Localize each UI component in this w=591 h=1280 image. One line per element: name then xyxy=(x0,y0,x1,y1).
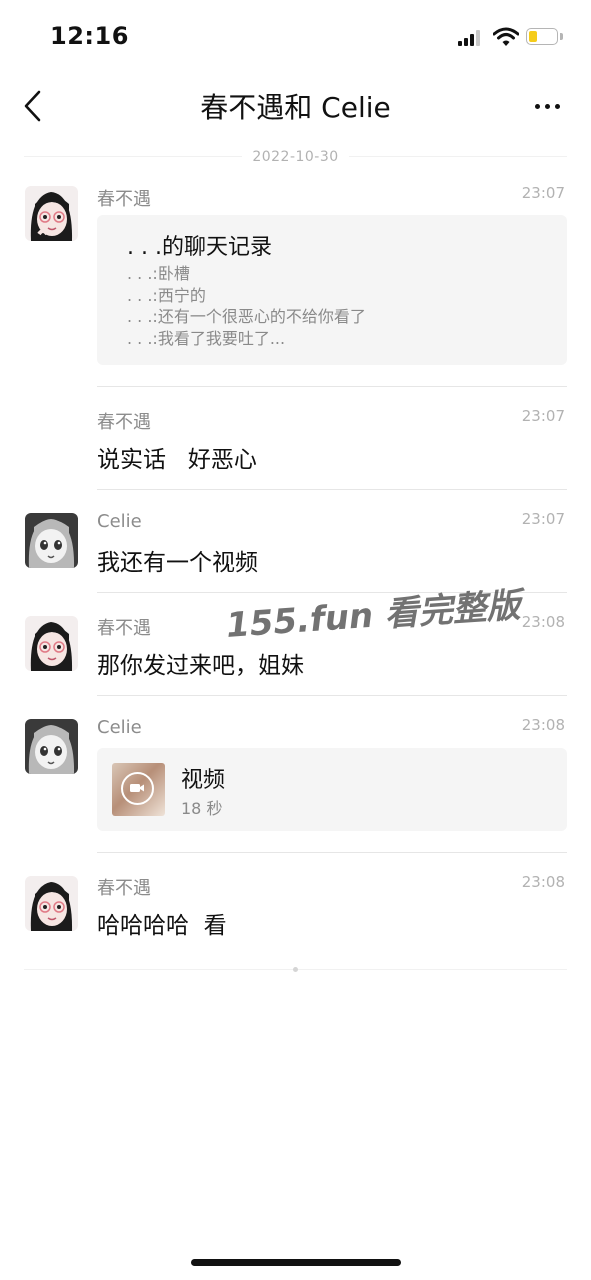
avatar-chunbuyu[interactable] xyxy=(25,876,78,931)
chat-record-line: . . .:我看了我要吐了... xyxy=(127,328,286,348)
message-item: Celie 23:08 视频 18 秒 xyxy=(0,709,591,859)
navigation-bar: 春不遇和 Celie xyxy=(0,72,591,140)
message-text: 那你发过来吧，姐妹 xyxy=(97,653,304,679)
message-item: 春不遇 23:07 说实话 好恶心 xyxy=(0,400,591,495)
cellular-signal-icon xyxy=(458,30,484,46)
message-text: 说实话 好恶心 xyxy=(97,447,257,473)
sender-name: 春不遇 xyxy=(97,412,151,433)
page-title: 春不遇和 Celie xyxy=(200,91,391,124)
message-time: 23:07 xyxy=(521,407,565,425)
message-time: 23:08 xyxy=(521,613,565,631)
message-text: 我还有一个视频 xyxy=(97,550,258,576)
video-title: 视频 xyxy=(181,768,226,793)
message-divider xyxy=(97,386,567,387)
avatar-chunbuyu[interactable] xyxy=(25,186,78,241)
chat-record-line: . . .:还有一个很恶心的不给你看了 xyxy=(127,307,366,326)
chat-record-line: . . .:卧槽 xyxy=(127,264,190,283)
sender-name: 春不遇 xyxy=(97,618,151,639)
message-divider xyxy=(97,695,567,696)
video-thumbnail xyxy=(112,763,165,816)
message-item: 春不遇 23:07 . . .的聊天记录 . . .:卧槽 . . .:西宁的 … xyxy=(0,180,591,390)
battery-level xyxy=(529,31,537,42)
avatar-celie[interactable] xyxy=(25,513,78,568)
message-time: 23:07 xyxy=(521,184,565,202)
sender-name: 春不遇 xyxy=(97,189,151,210)
chat-record-card[interactable]: . . .的聊天记录 . . .:卧槽 . . .:西宁的 . . .:还有一个… xyxy=(97,215,567,365)
avatar-celie[interactable] xyxy=(25,719,78,774)
list-end-dot xyxy=(293,967,298,972)
status-time: 12:16 xyxy=(50,22,129,50)
chat-record-line: . . .:西宁的 xyxy=(127,285,206,305)
video-message-card[interactable]: 视频 18 秒 xyxy=(97,748,567,831)
date-label: 2022-10-30 xyxy=(242,149,349,165)
date-separator: 2022-10-30 xyxy=(24,146,567,166)
chat-record-title: . . .的聊天记录 xyxy=(127,235,272,260)
message-divider xyxy=(97,852,567,853)
battery-icon xyxy=(526,28,558,45)
more-horizontal-icon[interactable] xyxy=(530,92,566,120)
message-text: 哈哈哈哈 看 xyxy=(97,913,227,939)
video-camera-icon xyxy=(121,772,154,805)
message-time: 23:08 xyxy=(521,873,565,891)
status-bar: 12:16 xyxy=(0,0,591,72)
sender-name: Celie xyxy=(97,511,142,532)
sender-name: Celie xyxy=(97,717,142,738)
battery-tip xyxy=(560,33,563,40)
message-item: 春不遇 23:08 哈哈哈哈 看 xyxy=(0,866,591,961)
message-divider xyxy=(97,489,567,490)
message-time: 23:07 xyxy=(521,510,565,528)
chat-record-preview: . . .:卧槽 . . .:西宁的 . . .:还有一个很恶心的不给你看了 .… xyxy=(127,263,366,349)
sender-name: 春不遇 xyxy=(97,878,151,899)
avatar-chunbuyu[interactable] xyxy=(25,616,78,671)
video-duration: 18 秒 xyxy=(181,799,223,818)
home-indicator[interactable] xyxy=(191,1259,401,1266)
message-time: 23:08 xyxy=(521,716,565,734)
wifi-icon xyxy=(493,27,519,46)
